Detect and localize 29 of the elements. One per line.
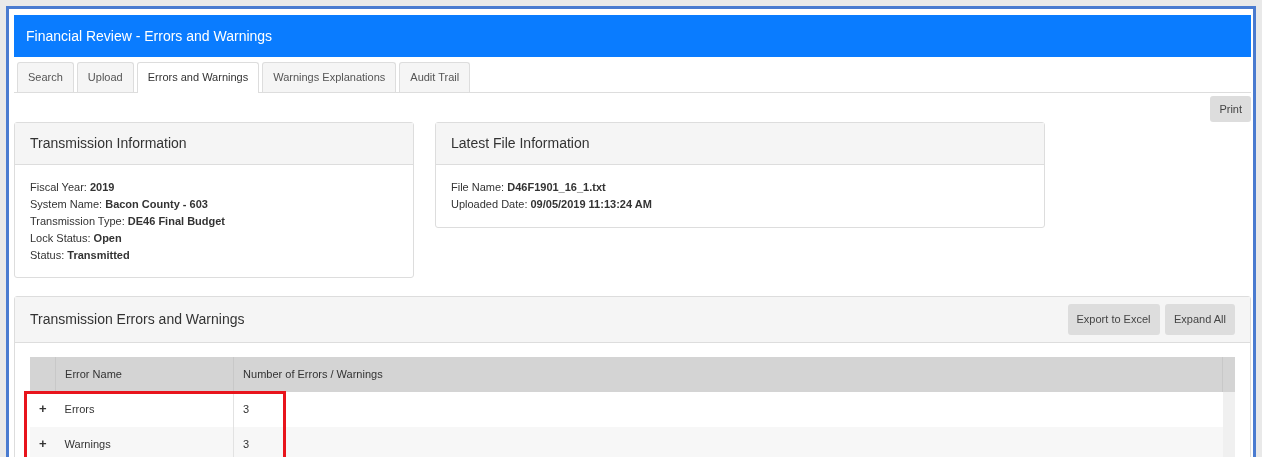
tab[interactable]: Errors and Warnings [136, 62, 260, 93]
print-button[interactable]: Print [1210, 95, 1251, 122]
panel-button[interactable]: Expand All [1165, 304, 1235, 335]
panel-title: Transmission Errors and Warnings [30, 309, 245, 329]
table-cell: 3 [233, 426, 1223, 457]
expand-toggle[interactable]: + [30, 426, 56, 457]
info-line: Uploaded Date: 09/05/2019 11:13:24 AM [451, 197, 653, 212]
panel-title: Latest File Information [436, 123, 1044, 165]
tab[interactable]: Upload [76, 62, 134, 92]
scrollbar[interactable] [1223, 391, 1235, 457]
tab[interactable]: Audit Trail [399, 62, 471, 92]
column-header: Error Name [55, 356, 234, 392]
info-line: System Name: Bacon County - 603 [30, 197, 209, 212]
info-line: Status: Transmitted [30, 248, 131, 263]
expand-toggle[interactable]: + [30, 391, 56, 427]
info-line: Fiscal Year: 2019 [30, 180, 116, 195]
window-title: Financial Review - Errors and Warnings [14, 15, 1251, 57]
info-line: File Name: D46F1901_16_1.txt [451, 180, 607, 195]
tab[interactable]: Search [17, 62, 74, 92]
table-cell: Warnings [55, 426, 234, 457]
table-cell: Errors [55, 391, 234, 427]
column-header: Number of Errors / Warnings [233, 356, 1223, 392]
panel-button[interactable]: Export to Excel [1067, 304, 1160, 335]
table-cell: 3 [233, 391, 1223, 427]
info-line: Lock Status: Open [30, 231, 123, 246]
column-header [1223, 356, 1235, 392]
info-line: Transmission Type: DE46 Final Budget [30, 214, 226, 229]
tab[interactable]: Warnings Explanations [262, 62, 397, 92]
panel-title: Transmission Information [15, 123, 413, 165]
